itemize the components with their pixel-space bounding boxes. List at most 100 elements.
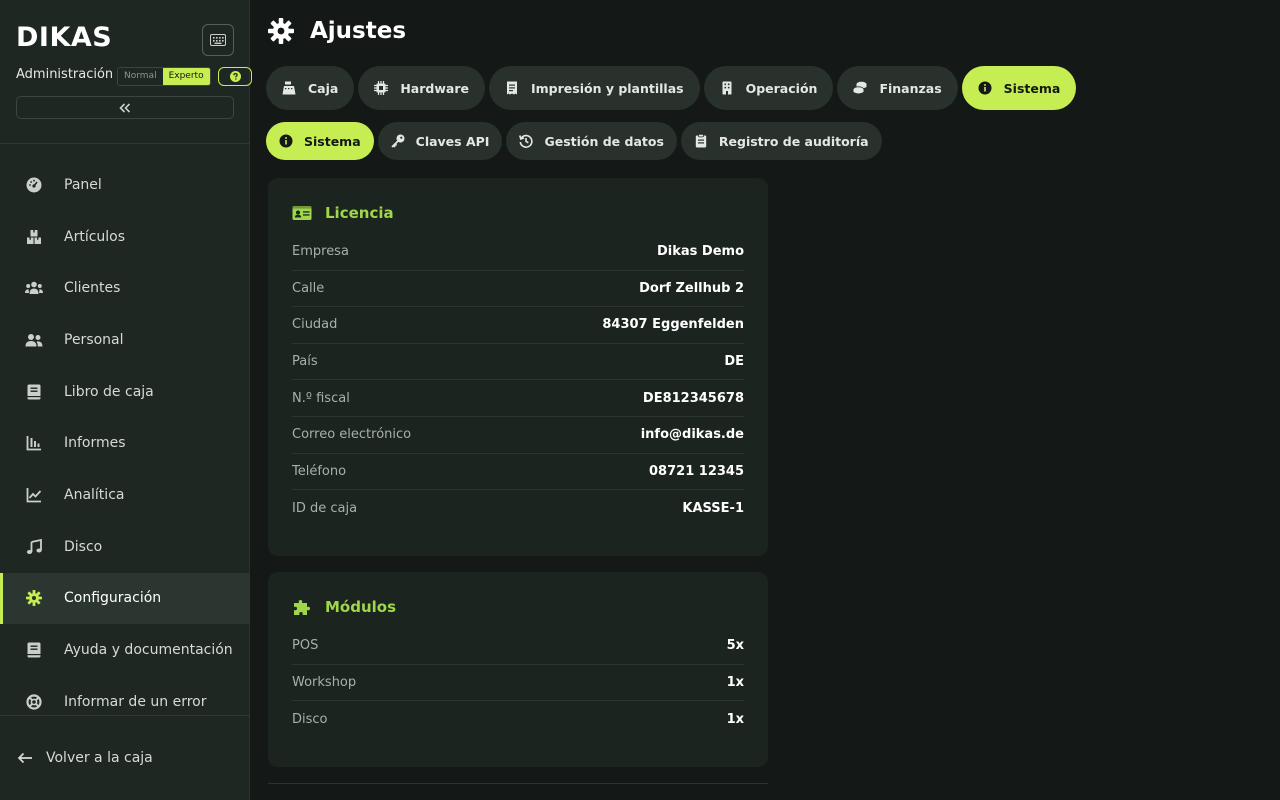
info-icon bbox=[978, 81, 992, 95]
license-row-nif: N.º fiscal DE812345678 bbox=[292, 380, 744, 417]
tab-impresion[interactable]: Impresión y plantillas bbox=[488, 66, 700, 110]
modules-card-title: Módulos bbox=[292, 596, 744, 618]
cash-register-icon bbox=[282, 81, 296, 95]
help-button[interactable] bbox=[218, 67, 252, 86]
history-icon bbox=[519, 134, 534, 148]
collapse-sidebar-button[interactable] bbox=[16, 96, 234, 119]
modules-card: Módulos POS 5x Workshop 1x Disco 1x bbox=[268, 572, 768, 767]
tab-hardware[interactable]: Hardware bbox=[358, 66, 485, 110]
id-card-icon bbox=[292, 203, 312, 223]
sidebar-item-configuracion[interactable]: Configuración bbox=[0, 572, 250, 625]
gear-icon bbox=[25, 589, 43, 607]
sidebar: DIKAS Administración Normal Experto Pane… bbox=[0, 0, 252, 800]
row-value: info@dikas.de bbox=[640, 427, 744, 443]
clipboard-icon bbox=[694, 134, 708, 148]
subtab-gestion-datos[interactable]: Gestión de datos bbox=[506, 122, 677, 160]
sidebar-item-label: Configuración bbox=[64, 590, 162, 607]
sidebar-item-label: Personal bbox=[64, 331, 124, 348]
subtab-registro-auditoria[interactable]: Registro de auditoría bbox=[680, 122, 882, 160]
sidebar-item-label: Ayuda y documentación bbox=[64, 642, 233, 659]
mode-expert-option[interactable]: Experto bbox=[162, 68, 210, 85]
admin-label: Administración bbox=[16, 67, 114, 82]
users-icon bbox=[25, 279, 43, 297]
subtab-label: Gestión de datos bbox=[544, 133, 664, 149]
keyboard-button[interactable] bbox=[202, 24, 234, 56]
tab-caja[interactable]: Caja bbox=[266, 66, 355, 110]
sidebar-item-ayuda[interactable]: Ayuda y documentación bbox=[0, 624, 250, 676]
dikas-logo[interactable]: DIKAS bbox=[16, 22, 112, 53]
sidebar-item-clientes[interactable]: Clientes bbox=[0, 262, 250, 314]
row-label: N.º fiscal bbox=[292, 390, 350, 406]
row-label: Disco bbox=[292, 711, 328, 727]
row-label: País bbox=[292, 354, 318, 370]
subtab-claves-api[interactable]: Claves API bbox=[377, 122, 503, 160]
license-rows: Empresa Dikas Demo Calle Dorf Zellhub 2 … bbox=[292, 234, 744, 527]
sidebar-item-label: Clientes bbox=[64, 280, 121, 297]
gauge-icon bbox=[25, 176, 43, 194]
staff-icon bbox=[25, 331, 43, 349]
row-value: 08721 12345 bbox=[649, 463, 744, 479]
subtab-sistema[interactable]: Sistema bbox=[266, 122, 374, 160]
sidebar-item-articulos[interactable]: Artículos bbox=[0, 211, 250, 263]
keyboard-icon bbox=[210, 34, 226, 46]
sidebar-item-analitica[interactable]: Analítica bbox=[0, 469, 250, 521]
tab-label: Operación bbox=[745, 80, 818, 96]
sidebar-item-label: Informes bbox=[64, 435, 126, 452]
sidebar-item-informes[interactable]: Informes bbox=[0, 417, 250, 469]
subtab-label: Registro de auditoría bbox=[718, 133, 869, 149]
modules-title: Módulos bbox=[325, 598, 397, 616]
system-subtabs: Sistema Claves API Gestión de datos Regi… bbox=[266, 122, 882, 160]
row-label: Calle bbox=[292, 280, 325, 296]
line-chart-icon bbox=[25, 486, 43, 504]
back-to-register-link[interactable]: Volver a la caja bbox=[16, 750, 153, 766]
module-row-disco: Disco 1x bbox=[292, 701, 744, 738]
row-value: Dorf Zellhub 2 bbox=[639, 280, 744, 296]
row-label: Workshop bbox=[292, 674, 357, 690]
question-icon bbox=[229, 71, 241, 82]
license-row-id-caja: ID de caja KASSE-1 bbox=[292, 490, 744, 527]
puzzle-icon bbox=[292, 597, 312, 617]
subtab-label: Claves API bbox=[415, 133, 490, 149]
building-icon bbox=[720, 81, 734, 95]
license-row-calle: Calle Dorf Zellhub 2 bbox=[292, 271, 744, 308]
tab-finanzas[interactable]: Finanzas bbox=[837, 66, 958, 110]
license-row-empresa: Empresa Dikas Demo bbox=[292, 234, 744, 271]
sidebar-item-informar-error[interactable]: Informar de un error bbox=[0, 676, 250, 728]
tab-sistema[interactable]: Sistema bbox=[961, 66, 1077, 110]
coins-icon bbox=[853, 81, 867, 95]
music-icon bbox=[25, 538, 43, 556]
sidebar-item-panel[interactable]: Panel bbox=[0, 159, 250, 211]
page-header: Ajustes bbox=[268, 18, 406, 44]
license-card-title: Licencia bbox=[292, 202, 744, 224]
license-title: Licencia bbox=[325, 204, 394, 222]
sidebar-item-disco[interactable]: Disco bbox=[0, 521, 250, 573]
sidebar-nav: Panel Artículos Clientes Personal Libro … bbox=[0, 159, 250, 728]
next-card-edge bbox=[268, 783, 768, 784]
sidebar-item-label: Panel bbox=[64, 176, 102, 193]
tab-label: Sistema bbox=[1003, 80, 1061, 96]
settings-tabs: Caja Hardware Impresión y plantillas Ope… bbox=[266, 66, 1077, 110]
sidebar-divider bbox=[0, 143, 250, 144]
tab-label: Hardware bbox=[400, 80, 469, 96]
mode-toggle[interactable]: Normal Experto bbox=[117, 67, 211, 86]
sidebar-item-label: Disco bbox=[64, 538, 103, 555]
back-link-label: Volver a la caja bbox=[46, 750, 153, 766]
sidebar-item-label: Analítica bbox=[64, 486, 125, 503]
receipt-icon bbox=[505, 81, 519, 95]
tab-operacion[interactable]: Operación bbox=[703, 66, 834, 110]
key-icon bbox=[391, 134, 405, 148]
bar-chart-icon bbox=[25, 434, 43, 452]
row-label: ID de caja bbox=[292, 500, 358, 516]
row-value: 1x bbox=[726, 711, 744, 727]
row-value: 5x bbox=[726, 638, 744, 654]
chip-icon bbox=[374, 81, 389, 95]
row-value: KASSE-1 bbox=[682, 500, 744, 516]
double-chevron-left-icon bbox=[119, 102, 131, 113]
info-icon bbox=[279, 134, 293, 148]
subtab-label: Sistema bbox=[304, 133, 361, 149]
sidebar-item-libro-de-caja[interactable]: Libro de caja bbox=[0, 366, 250, 418]
tab-label: Impresión y plantillas bbox=[530, 80, 684, 96]
mode-normal-option[interactable]: Normal bbox=[118, 68, 163, 85]
boxes-icon bbox=[25, 228, 43, 246]
sidebar-item-personal[interactable]: Personal bbox=[0, 314, 250, 366]
